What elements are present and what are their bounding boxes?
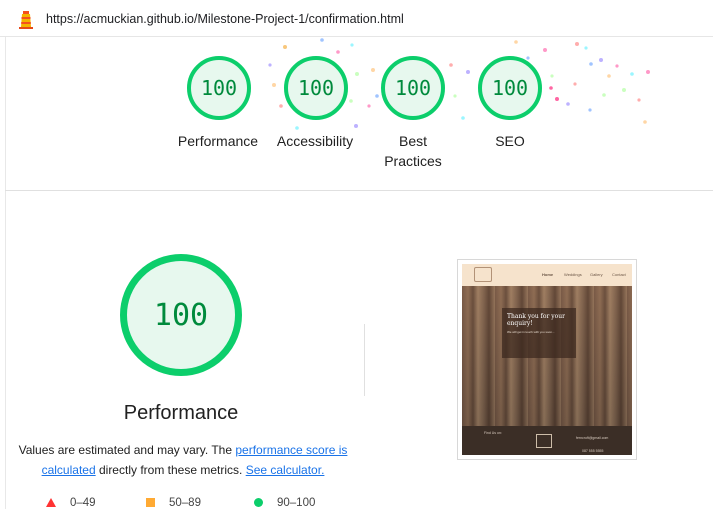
legend-range: 90–100: [277, 497, 316, 509]
screenshot-thank-you-card: Thank you for your enquiry! We will get …: [502, 308, 576, 358]
see-calculator-link[interactable]: See calculator.: [246, 463, 325, 477]
gauge-score: 100: [200, 76, 238, 100]
screenshot-nav-link: Gallery: [590, 272, 603, 277]
performance-title: Performance: [123, 402, 239, 424]
legend-range: 50–89: [169, 497, 201, 509]
section-divider: [5, 190, 713, 191]
gauge-ring: 100: [284, 56, 348, 120]
gauge-ring: 100: [187, 56, 251, 120]
screenshot-card-subtitle: We will get in touch with you soon...: [507, 330, 555, 334]
site-logo: [474, 267, 492, 282]
screenshot-nav-link: Contact: [612, 272, 626, 277]
gauge-best-practices[interactable]: 100: [381, 56, 445, 120]
legend-item-average: 50–89: [146, 497, 201, 509]
screenshot-footer-find-us: Find Us on:: [484, 431, 502, 435]
gauge-label-performance: Performance: [177, 133, 259, 149]
gauge-performance[interactable]: 100: [187, 56, 251, 120]
performance-gauge: 100: [120, 254, 242, 376]
screenshot-nav-link: Weddings: [564, 272, 582, 277]
screenshot-content: Home Weddings Gallery Contact Thank you …: [462, 264, 632, 455]
gauge-label-accessibility: Accessibility: [276, 133, 354, 149]
performance-note: Values are estimated and may vary. The p…: [18, 440, 348, 480]
address-bar[interactable]: https://acmuckian.github.io/Milestone-Pr…: [0, 0, 713, 37]
gauge-label-seo: SEO: [495, 133, 525, 149]
fail-triangle-icon: [46, 498, 56, 508]
legend-item-fail: 0–49: [46, 497, 96, 509]
report-border: [5, 37, 6, 509]
note-middle: directly from these metrics.: [95, 463, 246, 477]
screenshot-footer: Find Us on: ferncroft@gmail.com 087 555 …: [462, 426, 632, 455]
gauge-score: 100: [394, 76, 432, 100]
screenshot-footer-phone: 087 555 5555: [582, 449, 604, 453]
gauge-accessibility[interactable]: 100: [284, 56, 348, 120]
gauge-ring: 100: [381, 56, 445, 120]
pass-circle-icon: [254, 498, 263, 508]
vertical-separator: [364, 324, 365, 396]
lighthouse-icon: [19, 11, 33, 29]
note-prefix: Values are estimated and may vary. The: [18, 443, 236, 457]
gauge-seo[interactable]: 100: [478, 56, 542, 120]
screenshot-card-title: Thank you for your enquiry!: [507, 313, 565, 327]
screenshot-nav: Home Weddings Gallery Contact: [462, 264, 632, 286]
gauge-ring: 100: [478, 56, 542, 120]
legend-item-pass: 90–100: [254, 497, 315, 509]
average-square-icon: [146, 498, 155, 508]
final-screenshot[interactable]: Home Weddings Gallery Contact Thank you …: [457, 259, 637, 460]
screenshot-footer-email: ferncroft@gmail.com: [576, 436, 609, 440]
screenshot-footer-logo: [536, 434, 552, 448]
url-text: https://acmuckian.github.io/Milestone-Pr…: [46, 12, 404, 26]
performance-score: 100: [153, 297, 209, 333]
gauge-score: 100: [491, 76, 529, 100]
legend-range: 0–49: [70, 497, 96, 509]
screenshot-nav-link: Home: [542, 272, 554, 277]
gauge-score: 100: [297, 76, 335, 100]
gauge-label-best-practices: Best Practices: [384, 133, 442, 169]
